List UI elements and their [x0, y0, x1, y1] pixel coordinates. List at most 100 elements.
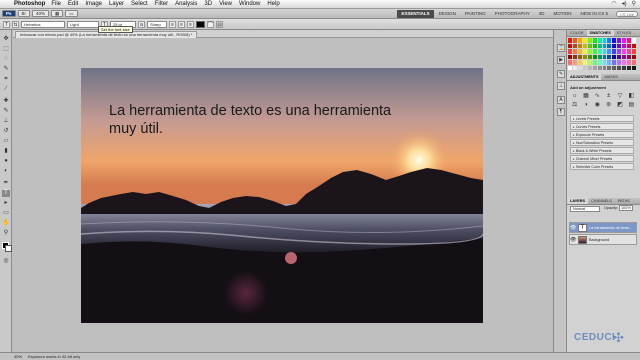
color-swatch[interactable] [627, 60, 632, 65]
color-swatch[interactable] [602, 60, 607, 65]
type-tool-icon[interactable]: T [2, 190, 10, 197]
color-swatch[interactable] [612, 49, 617, 54]
color-swatch[interactable] [577, 65, 582, 70]
layer-row-background[interactable]: 👁 Background [569, 234, 637, 245]
antialias-select[interactable]: Sharp [147, 20, 167, 28]
color-swatch[interactable] [627, 65, 632, 70]
align-center-icon[interactable]: ≡ [178, 20, 185, 28]
healing-brush-tool-icon[interactable]: ✚ [2, 98, 10, 105]
vibrance-icon[interactable]: ▽ [615, 93, 624, 100]
tab-channels[interactable]: CHANNELS [588, 198, 615, 204]
color-swatch[interactable] [597, 43, 602, 48]
move-tool-icon[interactable]: ✥ [2, 36, 10, 43]
text-color-swatch[interactable] [196, 20, 205, 28]
hue-saturation-icon[interactable]: ◧ [627, 93, 636, 100]
wifi-icon[interactable]: ◠ [611, 0, 616, 9]
color-swatch[interactable] [627, 38, 632, 43]
volume-icon[interactable]: ◂) [622, 0, 627, 9]
clone-source-panel-icon[interactable]: ⊥ [557, 82, 565, 90]
color-swatch[interactable] [597, 49, 602, 54]
color-swatch[interactable] [622, 38, 627, 43]
paragraph-panel-icon[interactable]: ¶ [557, 108, 565, 116]
menu-select[interactable]: Select [131, 0, 148, 9]
preset-black-white[interactable]: Black & White Presets [570, 147, 634, 154]
color-swatch[interactable] [602, 43, 607, 48]
menu-edit[interactable]: Edit [68, 0, 78, 9]
color-swatch[interactable] [577, 54, 582, 59]
color-swatch[interactable] [582, 65, 587, 70]
swatches-grid[interactable] [568, 38, 636, 70]
color-balance-icon[interactable]: ⚖ [570, 102, 579, 109]
color-swatch[interactable] [612, 38, 617, 43]
color-swatch[interactable] [622, 43, 627, 48]
spotlight-icon[interactable]: ⚲ [632, 0, 636, 9]
color-swatch[interactable] [592, 60, 597, 65]
color-swatch[interactable] [617, 65, 622, 70]
actions-panel-icon[interactable]: ▶ [557, 56, 565, 64]
brushes-panel-icon[interactable]: ✎ [557, 70, 565, 78]
color-swatch[interactable] [612, 54, 617, 59]
brush-tool-icon[interactable]: ✎ [2, 108, 10, 115]
menu-file[interactable]: File [51, 0, 61, 9]
eraser-tool-icon[interactable]: ▱ [2, 138, 10, 145]
color-swatch[interactable] [617, 43, 622, 48]
zoom-level-select[interactable]: 40% [32, 10, 50, 17]
quick-mask-icon[interactable]: ◎ [2, 258, 10, 265]
layer-row-text[interactable]: 👁 T La herramienta de texto... [569, 222, 637, 233]
color-swatch[interactable] [632, 60, 636, 65]
color-swatch[interactable] [627, 49, 632, 54]
font-family-select[interactable]: Helvetica [21, 20, 65, 28]
color-swatch[interactable] [597, 38, 602, 43]
preset-curves[interactable]: Curves Presets [570, 123, 634, 130]
workspace-new-in-cs5[interactable]: NEW IN CS 5 [576, 10, 612, 18]
curves-icon[interactable]: ∿ [593, 93, 602, 100]
color-swatch[interactable] [617, 60, 622, 65]
menu-analysis[interactable]: Analysis [175, 0, 197, 9]
color-swatch[interactable] [572, 54, 577, 59]
color-swatch[interactable] [632, 43, 636, 48]
menu-3d[interactable]: 3D [204, 0, 212, 9]
color-swatch[interactable] [602, 65, 607, 70]
color-swatch[interactable] [607, 60, 612, 65]
channel-mixer-icon[interactable]: ⊛ [604, 102, 613, 109]
tab-masks[interactable]: MASKS [601, 74, 620, 80]
color-swatch[interactable] [602, 49, 607, 54]
color-swatch[interactable] [602, 54, 607, 59]
marquee-tool-icon[interactable]: ⬚ [2, 46, 10, 53]
color-swatch[interactable] [582, 49, 587, 54]
gradient-tool-icon[interactable]: ▮ [2, 148, 10, 155]
screen-mode-button[interactable]: ▭ [65, 10, 78, 17]
font-style-select[interactable]: Light [67, 20, 99, 28]
color-swatch[interactable] [592, 38, 597, 43]
shape-tool-icon[interactable]: ▭ [2, 210, 10, 217]
workspace-3d[interactable]: 3D [535, 10, 549, 18]
tab-adjustments[interactable]: ADJUSTMENTS [567, 74, 602, 80]
color-swatch[interactable] [607, 38, 612, 43]
dodge-tool-icon[interactable]: ◐ [2, 168, 10, 175]
color-swatch[interactable] [572, 49, 577, 54]
workspace-photography[interactable]: PHOTOGRAPHY [491, 10, 534, 18]
color-swatch[interactable] [617, 49, 622, 54]
levels-icon[interactable]: ▦ [581, 93, 590, 100]
color-swatch[interactable] [597, 60, 602, 65]
color-swatch[interactable] [592, 43, 597, 48]
toggle-orientation-icon[interactable]: ⇅ [12, 20, 19, 28]
color-swatch[interactable] [607, 49, 612, 54]
text-layer-content[interactable]: La herramienta de texto es una herramien… [109, 102, 409, 138]
tab-color[interactable]: COLOR [567, 30, 587, 36]
menu-image[interactable]: Image [85, 0, 102, 9]
color-swatch[interactable] [622, 49, 627, 54]
character-panel-icon[interactable]: ▤ [216, 20, 223, 28]
preset-hue-saturation[interactable]: Hue/Saturation Presets [570, 139, 634, 146]
color-swatch[interactable] [597, 54, 602, 59]
color-swatch[interactable] [572, 43, 577, 48]
color-swatch[interactable] [622, 60, 627, 65]
workspace-design[interactable]: DESIGN [435, 10, 460, 18]
black-white-icon[interactable]: ◑ [581, 102, 590, 109]
preset-selective-color[interactable]: Selective Color Presets [570, 163, 634, 170]
workspace-motion[interactable]: MOTION [549, 10, 575, 18]
preset-exposure[interactable]: Exposure Presets [570, 131, 634, 138]
color-swatch[interactable] [607, 43, 612, 48]
color-swatch[interactable] [577, 49, 582, 54]
color-swatch[interactable] [602, 38, 607, 43]
